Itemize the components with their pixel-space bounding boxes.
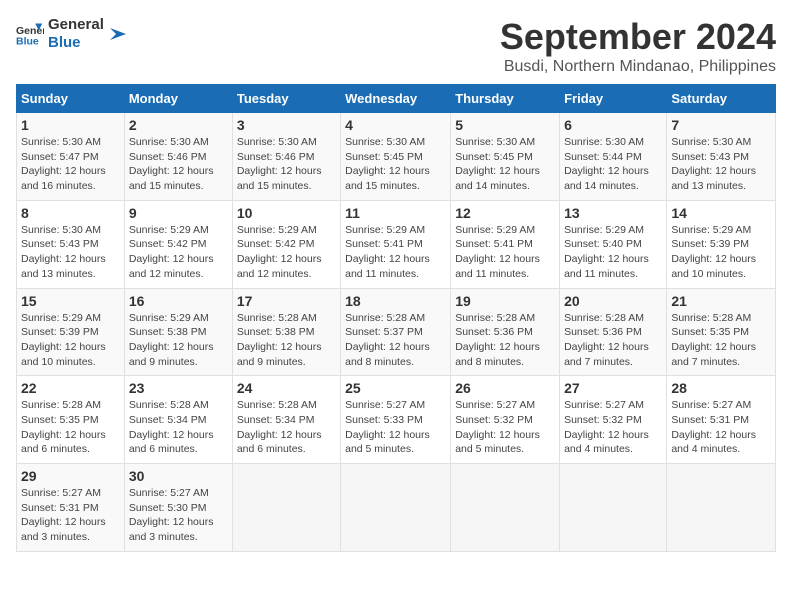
calendar-day-empty [560, 464, 667, 552]
calendar-day-26: 26Sunrise: 5:27 AMSunset: 5:32 PMDayligh… [451, 376, 560, 464]
calendar-week-2: 8Sunrise: 5:30 AMSunset: 5:43 PMDaylight… [17, 200, 776, 288]
calendar-day-24: 24Sunrise: 5:28 AMSunset: 5:34 PMDayligh… [232, 376, 340, 464]
weekday-header-monday: Monday [124, 85, 232, 113]
calendar-day-3: 3Sunrise: 5:30 AMSunset: 5:46 PMDaylight… [232, 113, 340, 201]
weekday-header-wednesday: Wednesday [341, 85, 451, 113]
weekday-header-saturday: Saturday [667, 85, 776, 113]
calendar-day-30: 30Sunrise: 5:27 AMSunset: 5:30 PMDayligh… [124, 464, 232, 552]
calendar-day-21: 21Sunrise: 5:28 AMSunset: 5:35 PMDayligh… [667, 288, 776, 376]
logo-icon: General Blue [16, 20, 44, 48]
calendar-day-25: 25Sunrise: 5:27 AMSunset: 5:33 PMDayligh… [341, 376, 451, 464]
calendar-day-19: 19Sunrise: 5:28 AMSunset: 5:36 PMDayligh… [451, 288, 560, 376]
calendar-day-29: 29Sunrise: 5:27 AMSunset: 5:31 PMDayligh… [17, 464, 125, 552]
weekday-header-tuesday: Tuesday [232, 85, 340, 113]
calendar-day-empty [232, 464, 340, 552]
calendar-day-7: 7Sunrise: 5:30 AMSunset: 5:43 PMDaylight… [667, 113, 776, 201]
calendar-day-empty [451, 464, 560, 552]
calendar-day-15: 15Sunrise: 5:29 AMSunset: 5:39 PMDayligh… [17, 288, 125, 376]
calendar-week-4: 22Sunrise: 5:28 AMSunset: 5:35 PMDayligh… [17, 376, 776, 464]
weekday-header-row: SundayMondayTuesdayWednesdayThursdayFrid… [17, 85, 776, 113]
calendar-day-23: 23Sunrise: 5:28 AMSunset: 5:34 PMDayligh… [124, 376, 232, 464]
logo: General Blue General Blue [16, 16, 128, 52]
calendar-day-1: 1Sunrise: 5:30 AMSunset: 5:47 PMDaylight… [17, 113, 125, 201]
calendar-day-14: 14Sunrise: 5:29 AMSunset: 5:39 PMDayligh… [667, 200, 776, 288]
calendar-day-2: 2Sunrise: 5:30 AMSunset: 5:46 PMDaylight… [124, 113, 232, 201]
calendar-day-28: 28Sunrise: 5:27 AMSunset: 5:31 PMDayligh… [667, 376, 776, 464]
calendar-day-6: 6Sunrise: 5:30 AMSunset: 5:44 PMDaylight… [560, 113, 667, 201]
calendar-week-3: 15Sunrise: 5:29 AMSunset: 5:39 PMDayligh… [17, 288, 776, 376]
calendar-day-18: 18Sunrise: 5:28 AMSunset: 5:37 PMDayligh… [341, 288, 451, 376]
svg-text:Blue: Blue [16, 36, 39, 48]
calendar-day-9: 9Sunrise: 5:29 AMSunset: 5:42 PMDaylight… [124, 200, 232, 288]
calendar-day-empty [667, 464, 776, 552]
calendar-table: SundayMondayTuesdayWednesdayThursdayFrid… [16, 84, 776, 552]
calendar-week-5: 29Sunrise: 5:27 AMSunset: 5:31 PMDayligh… [17, 464, 776, 552]
calendar-day-13: 13Sunrise: 5:29 AMSunset: 5:40 PMDayligh… [560, 200, 667, 288]
logo-text-blue: Blue [48, 34, 104, 52]
logo-arrow-icon [108, 24, 128, 44]
logo-text-general: General [48, 16, 104, 34]
location-title: Busdi, Northern Mindanao, Philippines [500, 58, 776, 76]
calendar-day-10: 10Sunrise: 5:29 AMSunset: 5:42 PMDayligh… [232, 200, 340, 288]
calendar-day-11: 11Sunrise: 5:29 AMSunset: 5:41 PMDayligh… [341, 200, 451, 288]
weekday-header-thursday: Thursday [451, 85, 560, 113]
title-area: September 2024 Busdi, Northern Mindanao,… [500, 16, 776, 76]
weekday-header-sunday: Sunday [17, 85, 125, 113]
calendar-day-5: 5Sunrise: 5:30 AMSunset: 5:45 PMDaylight… [451, 113, 560, 201]
calendar-day-20: 20Sunrise: 5:28 AMSunset: 5:36 PMDayligh… [560, 288, 667, 376]
page-header: General Blue General Blue September 2024… [16, 16, 776, 76]
month-title: September 2024 [500, 16, 776, 58]
calendar-day-22: 22Sunrise: 5:28 AMSunset: 5:35 PMDayligh… [17, 376, 125, 464]
calendar-day-8: 8Sunrise: 5:30 AMSunset: 5:43 PMDaylight… [17, 200, 125, 288]
calendar-day-4: 4Sunrise: 5:30 AMSunset: 5:45 PMDaylight… [341, 113, 451, 201]
calendar-day-16: 16Sunrise: 5:29 AMSunset: 5:38 PMDayligh… [124, 288, 232, 376]
calendar-week-1: 1Sunrise: 5:30 AMSunset: 5:47 PMDaylight… [17, 113, 776, 201]
weekday-header-friday: Friday [560, 85, 667, 113]
calendar-day-27: 27Sunrise: 5:27 AMSunset: 5:32 PMDayligh… [560, 376, 667, 464]
calendar-day-17: 17Sunrise: 5:28 AMSunset: 5:38 PMDayligh… [232, 288, 340, 376]
calendar-day-12: 12Sunrise: 5:29 AMSunset: 5:41 PMDayligh… [451, 200, 560, 288]
calendar-day-empty [341, 464, 451, 552]
